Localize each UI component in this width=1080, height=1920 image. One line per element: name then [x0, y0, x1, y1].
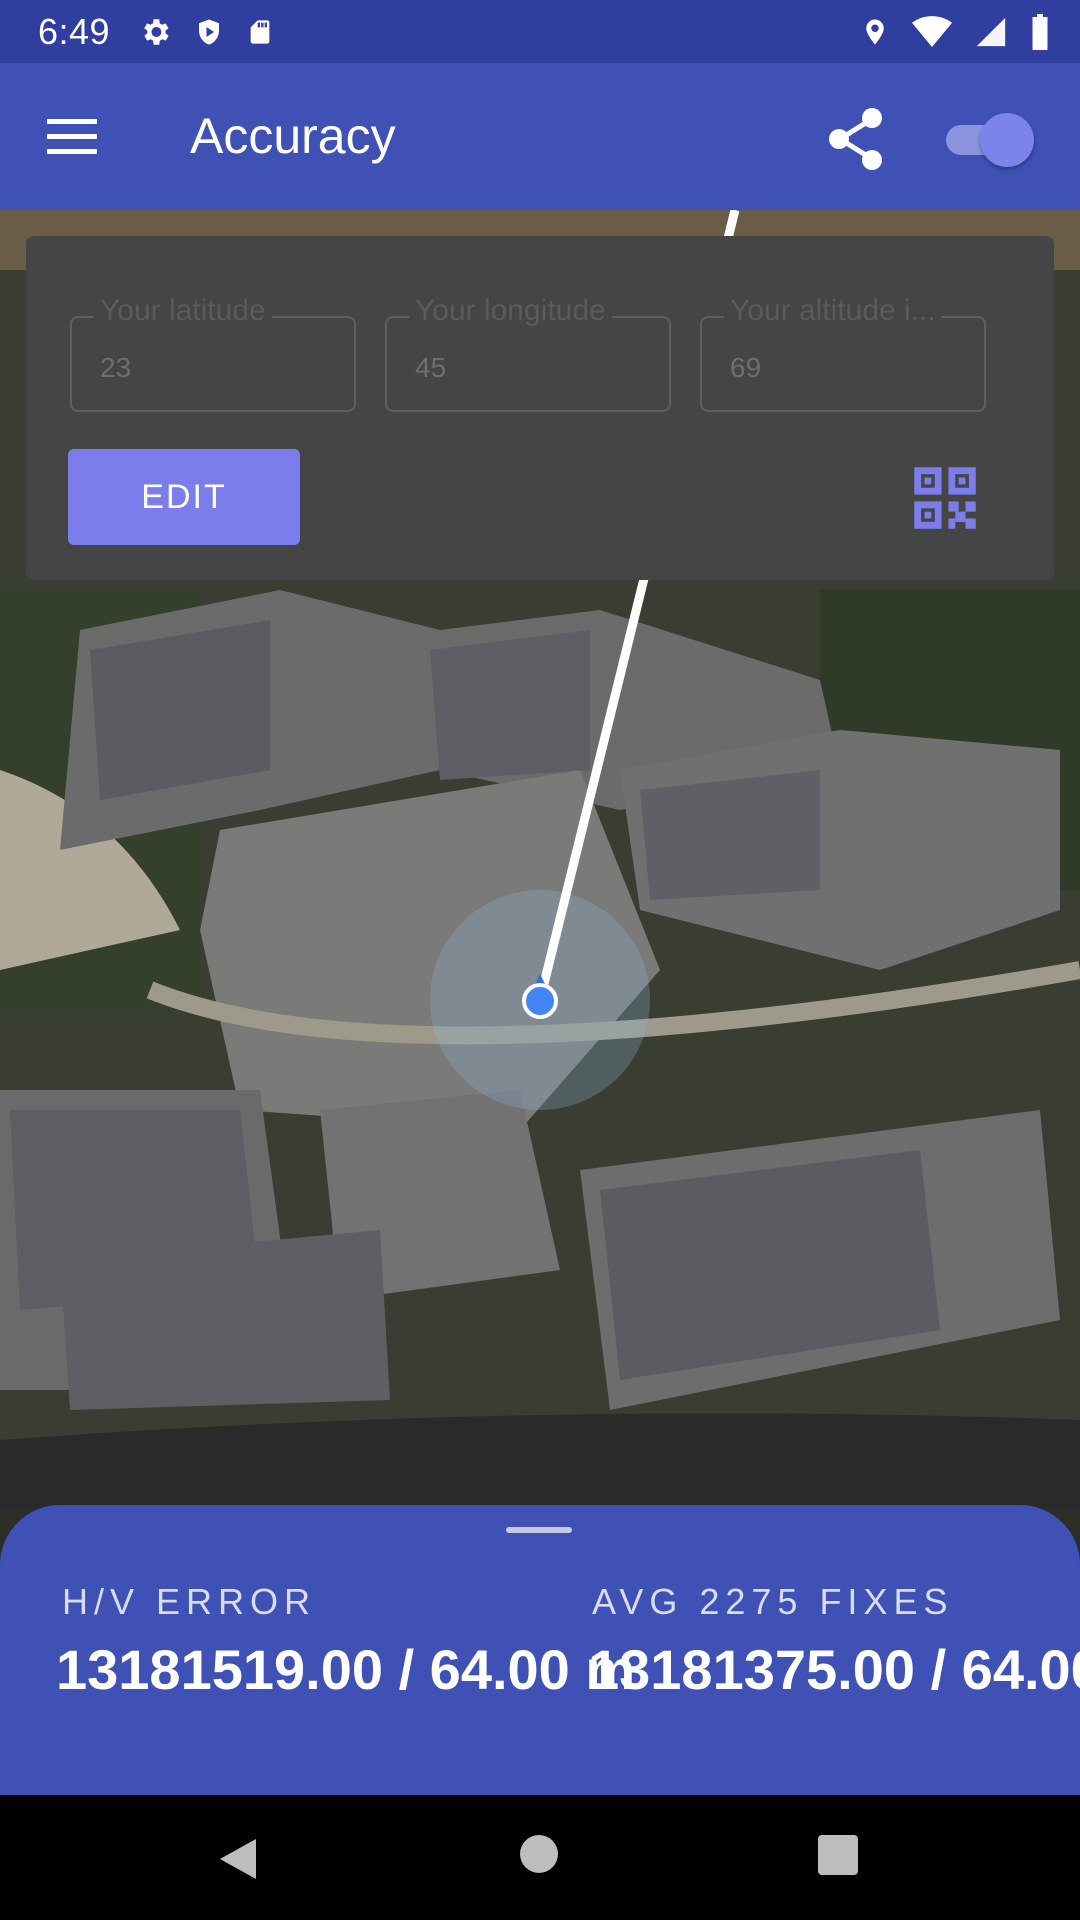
location-dot	[522, 983, 558, 1019]
app-bar: Accuracy	[0, 63, 1080, 210]
coordinates-card: Your latitude 23 Your longitude 45 Your …	[26, 236, 1054, 580]
altitude-label: Your altitude i...	[724, 294, 942, 328]
altitude-field[interactable]: Your altitude i... 69	[700, 294, 986, 412]
toggle-thumb	[980, 113, 1034, 167]
status-time: 6:49	[38, 10, 111, 52]
avg-fixes-value: 13181375.00 / 64.00 m	[588, 1638, 1080, 1701]
signal-icon	[976, 17, 1006, 46]
altitude-value: 69	[730, 352, 762, 383]
shield-icon	[199, 19, 220, 44]
share-icon[interactable]	[820, 103, 892, 175]
hv-error-label: H/V ERROR	[62, 1581, 317, 1622]
longitude-value: 45	[415, 352, 447, 383]
edit-button[interactable]: EDIT	[68, 449, 300, 545]
mode-toggle[interactable]	[946, 109, 1034, 169]
sheet-handle[interactable]	[506, 1527, 572, 1533]
home-icon[interactable]	[520, 1835, 558, 1873]
hv-error-value: 13181519.00 / 64.00 m	[56, 1638, 636, 1701]
stats-bottom-sheet[interactable]: H/V ERROR 13181519.00 / 64.00 m AVG 2275…	[0, 1505, 1080, 1795]
menu-icon[interactable]	[40, 105, 104, 169]
battery-icon	[1032, 13, 1048, 50]
location-icon	[866, 19, 884, 44]
longitude-field[interactable]: Your longitude 45	[385, 294, 671, 412]
back-icon[interactable]	[218, 1837, 258, 1881]
latitude-value: 23	[100, 352, 132, 383]
latitude-label: Your latitude	[94, 294, 272, 328]
wifi-icon	[912, 15, 952, 47]
page-title: Accuracy	[190, 108, 396, 164]
longitude-label: Your longitude	[409, 294, 612, 328]
avg-fixes-label: AVG 2275 FIXES	[592, 1581, 954, 1622]
status-bar: 6:49	[0, 0, 1080, 63]
recents-icon[interactable]	[818, 1835, 858, 1875]
navigation-bar	[0, 1795, 1080, 1920]
sd-card-icon	[250, 19, 270, 44]
latitude-field[interactable]: Your latitude 23	[70, 294, 356, 412]
qr-code-icon[interactable]	[904, 457, 986, 539]
settings-icon	[144, 18, 169, 45]
